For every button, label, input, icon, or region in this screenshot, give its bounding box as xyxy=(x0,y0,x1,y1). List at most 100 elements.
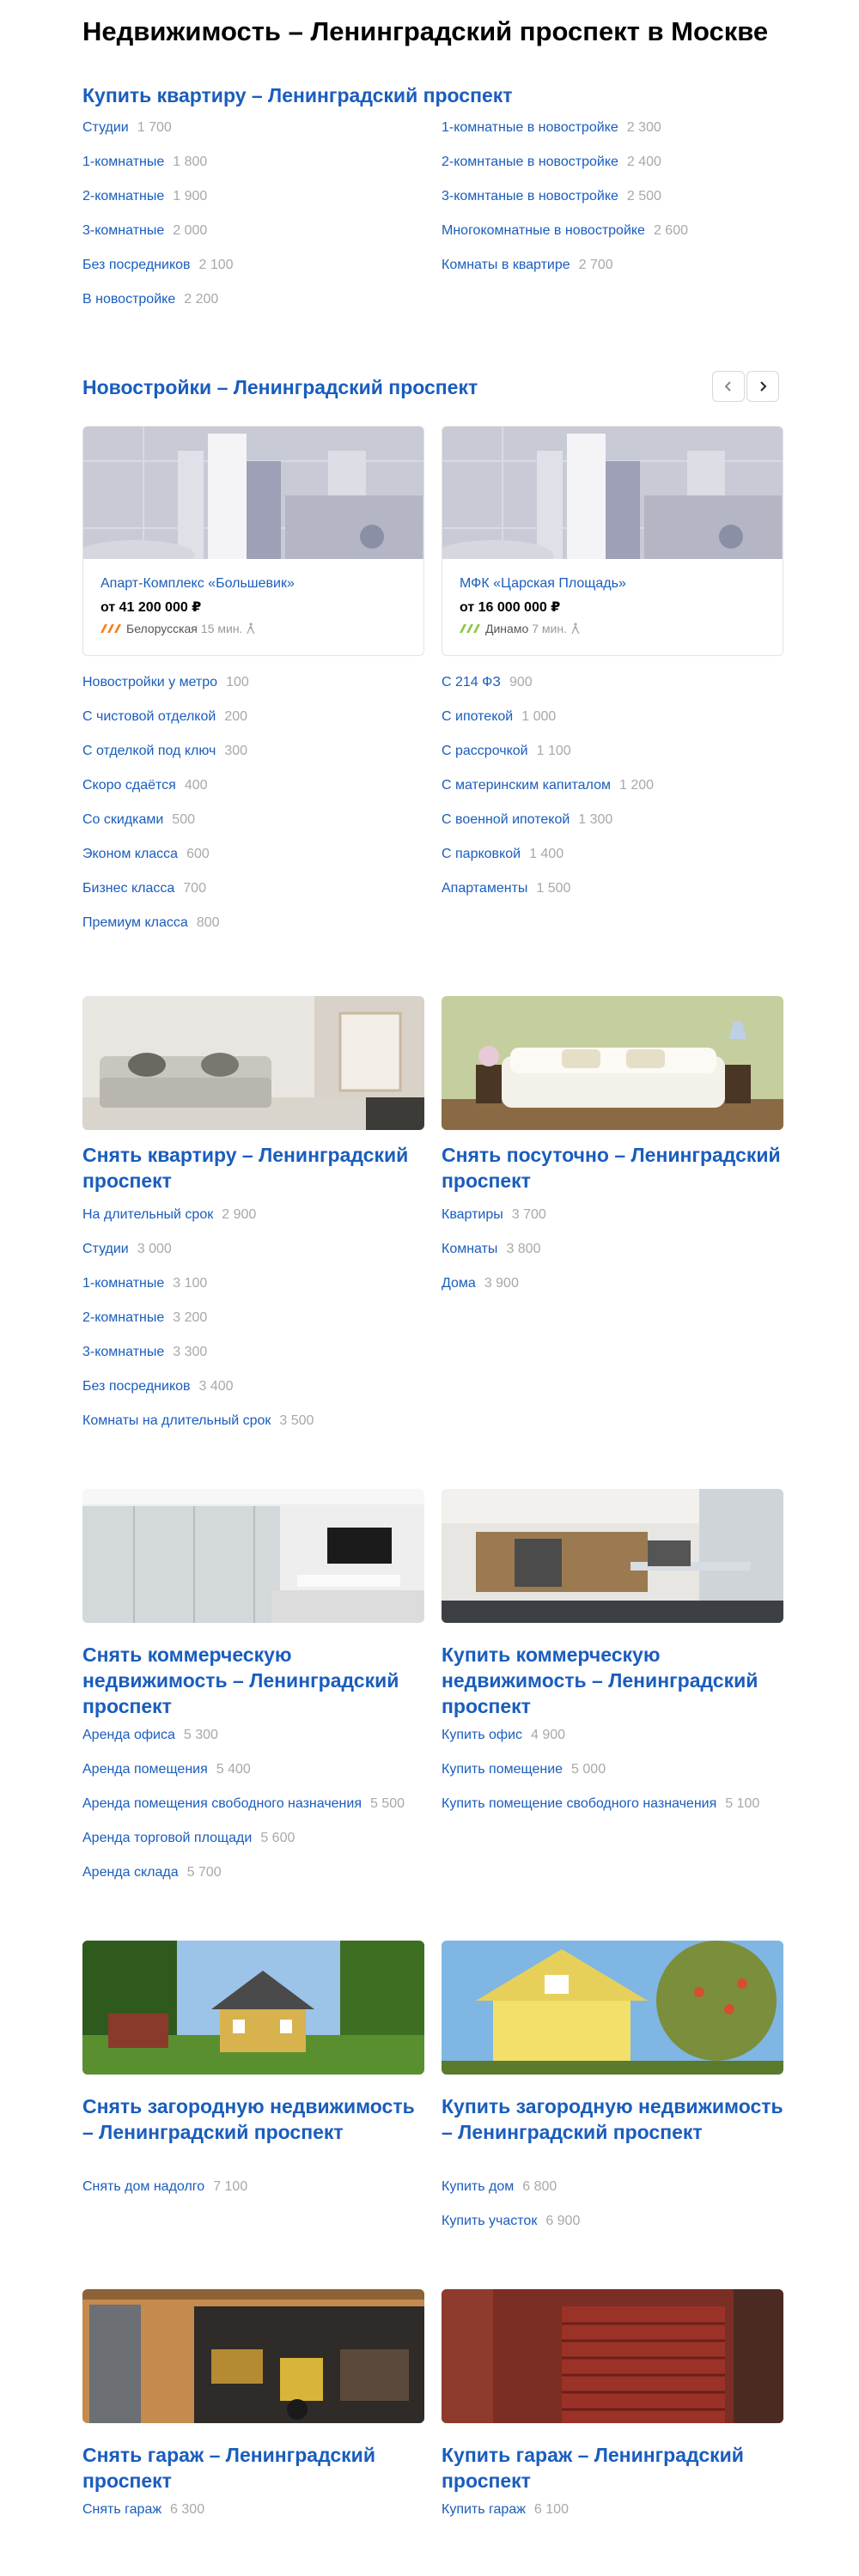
list-item[interactable]: Без посредников 2 100 xyxy=(82,258,426,292)
link[interactable]: Дома xyxy=(442,1276,476,1291)
list-item[interactable]: 2-комнтаные в новостройке 2 400 xyxy=(442,155,785,189)
list-item[interactable]: Купить гараж 6 100 xyxy=(442,2502,785,2537)
link[interactable]: С рассрочкой xyxy=(442,744,528,759)
link[interactable]: 2-комнтаные в новостройке xyxy=(442,155,618,170)
link[interactable]: Апартаменты xyxy=(442,881,527,896)
list-item[interactable]: В новостройке 2 200 xyxy=(82,292,426,326)
list-item[interactable]: С материнским капиталом 1 200 xyxy=(442,778,785,812)
link[interactable]: С отделкой под ключ xyxy=(82,744,216,759)
link[interactable]: С материнским капиталом xyxy=(442,778,611,793)
link[interactable]: Без посредников xyxy=(82,1379,191,1394)
link[interactable]: Аренда помещения свободного назначения xyxy=(82,1796,362,1812)
list-item[interactable]: Купить помещение свободного назначения 5 … xyxy=(442,1796,785,1831)
link[interactable]: 2-комнатные xyxy=(82,189,164,204)
list-item[interactable]: Студии 1 700 xyxy=(82,120,426,155)
link[interactable]: Без посредников xyxy=(82,258,191,273)
list-item[interactable]: Купить дом 6 800 xyxy=(442,2179,785,2214)
link[interactable]: Аренда торговой площади xyxy=(82,1831,252,1846)
list-item[interactable]: Со скидками 500 xyxy=(82,812,426,847)
link[interactable]: 1-комнатные xyxy=(82,1276,164,1291)
link[interactable]: 2-комнатные xyxy=(82,1310,164,1326)
list-item[interactable]: Многокомнатные в новостройке 2 600 xyxy=(442,223,785,258)
link[interactable]: Купить офис xyxy=(442,1728,522,1743)
link[interactable]: 3-комнатные xyxy=(82,223,164,239)
buy-apartment-title[interactable]: Купить квартиру – Ленинградский проспект xyxy=(82,82,513,108)
link[interactable]: Купить участок xyxy=(442,2214,537,2229)
link[interactable]: Квартиры xyxy=(442,1207,503,1223)
link[interactable]: 3-комнтаные в новостройке xyxy=(442,189,618,204)
rent-commercial-title[interactable]: Снять коммерческую недвижимость – Ленинг… xyxy=(82,1642,426,1719)
list-item[interactable]: С отделкой под ключ 300 xyxy=(82,744,426,778)
rent-daily-photo[interactable] xyxy=(442,996,783,1130)
buy-country-title[interactable]: Купить загородную недвижимость – Ленингр… xyxy=(442,2093,785,2145)
list-item[interactable]: С чистовой отделкой 200 xyxy=(82,709,426,744)
list-item[interactable]: Квартиры 3 700 xyxy=(442,1207,785,1242)
link[interactable]: Премиум класса xyxy=(82,915,188,931)
list-item[interactable]: 3-комнатные 3 300 xyxy=(82,1345,426,1379)
rent-country-photo[interactable] xyxy=(82,1941,424,2075)
list-item[interactable]: Снять дом надолго 7 100 xyxy=(82,2179,426,2214)
list-item[interactable]: Без посредников 3 400 xyxy=(82,1379,426,1413)
list-item[interactable]: Аренда помещения свободного назначения 5 … xyxy=(82,1796,426,1831)
list-item[interactable]: Аренда торговой площади 5 600 xyxy=(82,1831,426,1865)
buy-garage-photo[interactable] xyxy=(442,2289,783,2423)
link[interactable]: 1-комнатные xyxy=(82,155,164,170)
list-item[interactable]: 3-комнтаные в новостройке 2 500 xyxy=(442,189,785,223)
building-card[interactable]: МФК «Царская Площадь» от 16 000 000 ₽ Ди… xyxy=(442,426,783,656)
list-item[interactable]: Апартаменты 1 500 xyxy=(442,881,785,915)
link[interactable]: С ипотекой xyxy=(442,709,513,725)
list-item[interactable]: Аренда склада 5 700 xyxy=(82,1865,426,1899)
list-item[interactable]: Снять гараж 6 300 xyxy=(82,2502,426,2537)
list-item[interactable]: С рассрочкой 1 100 xyxy=(442,744,785,778)
list-item[interactable]: На длительный срок 2 900 xyxy=(82,1207,426,1242)
list-item[interactable]: 1-комнатные 1 800 xyxy=(82,155,426,189)
link[interactable]: С 214 ФЗ xyxy=(442,675,501,690)
link[interactable]: Аренда офиса xyxy=(82,1728,175,1743)
link[interactable]: Купить помещение свободного назначения xyxy=(442,1796,716,1812)
link[interactable]: На длительный срок xyxy=(82,1207,213,1223)
list-item[interactable]: Аренда офиса 5 300 xyxy=(82,1728,426,1762)
link[interactable]: Комнаты xyxy=(442,1242,497,1257)
link[interactable]: С военной ипотекой xyxy=(442,812,570,828)
link[interactable]: Купить помещение xyxy=(442,1762,563,1777)
link[interactable]: В новостройке xyxy=(82,292,175,307)
link[interactable]: С чистовой отделкой xyxy=(82,709,216,725)
carousel-prev-button[interactable] xyxy=(712,371,745,402)
list-item[interactable]: Премиум класса 800 xyxy=(82,915,426,950)
link[interactable]: Со скидками xyxy=(82,812,163,828)
list-item[interactable]: Купить участок 6 900 xyxy=(442,2214,785,2248)
list-item[interactable]: 1-комнатные в новостройке 2 300 xyxy=(442,120,785,155)
list-item[interactable]: С 214 ФЗ 900 xyxy=(442,675,785,709)
rent-garage-title[interactable]: Снять гараж – Ленинградский проспект xyxy=(82,2442,426,2494)
rent-commercial-photo[interactable] xyxy=(82,1489,424,1623)
buy-commercial-title[interactable]: Купить коммерческую недвижимость – Ленин… xyxy=(442,1642,785,1719)
list-item[interactable]: Новостройки у метро 100 xyxy=(82,675,426,709)
list-item[interactable]: С военной ипотекой 1 300 xyxy=(442,812,785,847)
list-item[interactable]: Скоро сдаётся 400 xyxy=(82,778,426,812)
link[interactable]: Студии xyxy=(82,1242,129,1257)
link[interactable]: Купить гараж xyxy=(442,2502,526,2518)
building-name[interactable]: МФК «Царская Площадь» xyxy=(460,576,626,592)
link[interactable]: Снять гараж xyxy=(82,2502,161,2518)
list-item[interactable]: Купить помещение 5 000 xyxy=(442,1762,785,1796)
list-item[interactable]: Комнаты 3 800 xyxy=(442,1242,785,1276)
list-item[interactable]: Аренда помещения 5 400 xyxy=(82,1762,426,1796)
buy-garage-title[interactable]: Купить гараж – Ленинградский проспект xyxy=(442,2442,785,2494)
link[interactable]: 3-комнатные xyxy=(82,1345,164,1360)
link[interactable]: Новостройки у метро xyxy=(82,675,217,690)
list-item[interactable]: Купить офис 4 900 xyxy=(442,1728,785,1762)
buy-commercial-photo[interactable] xyxy=(442,1489,783,1623)
link[interactable]: Аренда помещения xyxy=(82,1762,208,1777)
list-item[interactable]: Комнаты в квартире 2 700 xyxy=(442,258,785,292)
list-item[interactable]: С парковкой 1 400 xyxy=(442,847,785,881)
building-name[interactable]: Апарт-Комплекс «Большевик» xyxy=(101,576,295,592)
rent-garage-photo[interactable] xyxy=(82,2289,424,2423)
link[interactable]: Многокомнатные в новостройке xyxy=(442,223,645,239)
list-item[interactable]: 2-комнатные 3 200 xyxy=(82,1310,426,1345)
link[interactable]: Комнаты на длительный срок xyxy=(82,1413,271,1429)
list-item[interactable]: 1-комнатные 3 100 xyxy=(82,1276,426,1310)
link[interactable]: Снять дом надолго xyxy=(82,2179,204,2195)
list-item[interactable]: 3-комнатные 2 000 xyxy=(82,223,426,258)
new-buildings-title[interactable]: Новостройки – Ленинградский проспект xyxy=(82,374,478,400)
link[interactable]: Скоро сдаётся xyxy=(82,778,176,793)
